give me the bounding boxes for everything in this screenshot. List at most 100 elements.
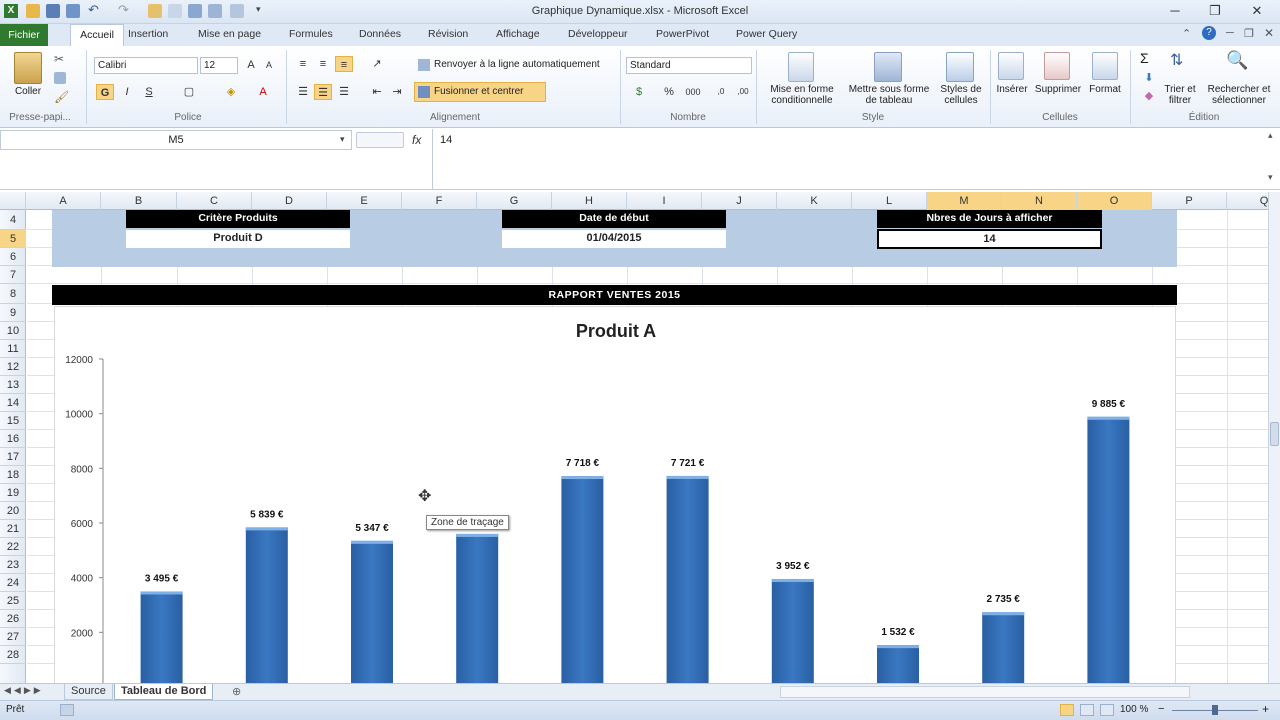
row-header-21[interactable]: 21 xyxy=(0,520,26,538)
tab-data[interactable]: Données xyxy=(359,28,401,40)
row-header-5[interactable]: 5 xyxy=(0,230,26,248)
horizontal-scrollbar[interactable] xyxy=(780,686,1190,698)
align-bottom-icon[interactable]: ≡ xyxy=(335,56,353,72)
bold-button[interactable]: G xyxy=(96,84,114,100)
cell-styles-icon[interactable] xyxy=(946,52,974,82)
row-header-26[interactable]: 26 xyxy=(0,610,26,628)
column-header-i[interactable]: I xyxy=(627,192,702,210)
number-format-select[interactable]: Standard xyxy=(626,57,752,74)
row-header-23[interactable]: 23 xyxy=(0,556,26,574)
close-button[interactable]: ✕ xyxy=(1242,3,1272,19)
column-header-b[interactable]: B xyxy=(101,192,177,210)
row-header-8[interactable]: 8 xyxy=(0,284,26,304)
tab-page-layout[interactable]: Mise en page xyxy=(198,28,261,40)
increase-decimal-icon[interactable]: ,0 xyxy=(712,84,730,100)
row-header-10[interactable]: 10 xyxy=(0,322,26,340)
find-select-button[interactable]: Rechercher et sélectionner xyxy=(1200,84,1278,106)
font-size-select[interactable]: 12 xyxy=(200,57,238,74)
align-center-icon[interactable]: ☰ xyxy=(314,84,332,100)
row-header-16[interactable]: 16 xyxy=(0,430,26,448)
tab-insert[interactable]: Insertion xyxy=(128,28,168,40)
wrap-text-button[interactable]: Renvoyer à la ligne automatiquement xyxy=(434,59,600,70)
row-header-24[interactable]: 24 xyxy=(0,574,26,592)
row-header-13[interactable]: 13 xyxy=(0,376,26,394)
align-left-icon[interactable]: ☰ xyxy=(294,84,312,100)
paste-button[interactable]: Coller xyxy=(10,86,46,97)
borders-icon[interactable]: ▢ xyxy=(180,84,198,100)
column-header-f[interactable]: F xyxy=(402,192,477,210)
column-header-j[interactable]: J xyxy=(702,192,777,210)
row-header-28[interactable]: 28 xyxy=(0,646,26,664)
row-header-18[interactable]: 18 xyxy=(0,466,26,484)
delete-button[interactable]: Supprimer xyxy=(1032,84,1084,95)
column-header-p[interactable]: P xyxy=(1152,192,1227,210)
autosum-icon[interactable]: Σ xyxy=(1140,50,1149,66)
zoom-level[interactable]: 100 % xyxy=(1120,704,1148,715)
conditional-format-button[interactable]: Mise en forme conditionnelle xyxy=(762,84,842,106)
orientation-icon[interactable]: ↗ xyxy=(368,56,386,72)
conditional-format-icon[interactable] xyxy=(788,52,814,82)
row-header-22[interactable]: 22 xyxy=(0,538,26,556)
comma-icon[interactable]: 000 xyxy=(684,84,702,100)
column-header-e[interactable]: E xyxy=(327,192,402,210)
cell-styles-button[interactable]: Styles de cellules xyxy=(936,84,986,106)
clear-icon[interactable]: ◆ xyxy=(1140,88,1158,104)
sheet-tab-source[interactable]: Source xyxy=(64,684,113,700)
grow-font-icon[interactable]: A xyxy=(242,57,260,73)
page-break-view-icon[interactable] xyxy=(1100,704,1114,716)
sheet-nav-arrows-icon[interactable]: ◀◀▶▶ xyxy=(4,685,44,696)
column-header-d[interactable]: D xyxy=(252,192,327,210)
sheet-tab-dashboard[interactable]: Tableau de Bord xyxy=(114,684,214,700)
insert-cells-icon[interactable] xyxy=(998,52,1024,80)
minimize-ribbon-icon[interactable]: ─ xyxy=(1226,27,1234,39)
column-header-k[interactable]: K xyxy=(777,192,852,210)
close-workbook-icon[interactable]: ✕ xyxy=(1264,26,1274,40)
format-as-table-button[interactable]: Mettre sous forme de tableau xyxy=(844,84,934,106)
bar-chart[interactable]: Produit A 2000 4000 6000 8000 10000 12000 3 495… xyxy=(55,307,1177,687)
row-header-20[interactable]: 20 xyxy=(0,502,26,520)
tab-power-query[interactable]: Power Query xyxy=(736,28,797,40)
align-top-icon[interactable]: ≡ xyxy=(294,56,312,72)
row-header-7[interactable]: 7 xyxy=(0,266,26,284)
column-header-l[interactable]: L xyxy=(852,192,927,210)
insert-function-button[interactable]: fx xyxy=(412,133,421,147)
row-header-25[interactable]: 25 xyxy=(0,592,26,610)
zoom-out-icon[interactable]: − xyxy=(1158,703,1164,715)
sort-filter-button[interactable]: Trier et filtrer xyxy=(1160,84,1200,106)
zoom-in-icon[interactable]: + xyxy=(1262,702,1269,716)
format-as-table-icon[interactable] xyxy=(874,52,902,82)
row-header-4[interactable]: 4 xyxy=(0,210,26,230)
name-box[interactable]: M5 xyxy=(0,130,352,150)
paste-icon[interactable] xyxy=(14,52,42,84)
fill-icon[interactable]: ⬇ xyxy=(1140,70,1158,86)
format-button[interactable]: Format xyxy=(1086,84,1124,95)
formula-scroll-down-icon[interactable]: ▾ xyxy=(1268,172,1273,183)
row-header-14[interactable]: 14 xyxy=(0,394,26,412)
row-header-11[interactable]: 11 xyxy=(0,340,26,358)
row-header-12[interactable]: 12 xyxy=(0,358,26,376)
percent-icon[interactable]: % xyxy=(660,84,678,100)
shrink-font-icon[interactable]: A xyxy=(260,57,278,73)
currency-icon[interactable]: $ xyxy=(630,84,648,100)
page-layout-view-icon[interactable] xyxy=(1080,704,1094,716)
formula-scroll-up-icon[interactable]: ▴ xyxy=(1268,130,1273,141)
zoom-slider-thumb[interactable] xyxy=(1212,705,1218,715)
row-header-6[interactable]: 6 xyxy=(0,248,26,266)
column-header-g[interactable]: G xyxy=(477,192,552,210)
help-icon[interactable]: ? xyxy=(1202,26,1216,40)
column-header-o[interactable]: O xyxy=(1077,192,1152,210)
vertical-scroll-thumb[interactable] xyxy=(1270,422,1279,446)
tab-view[interactable]: Affichage xyxy=(496,28,540,40)
tab-home[interactable]: Accueil xyxy=(70,24,124,47)
increase-indent-icon[interactable]: ⇥ xyxy=(388,84,406,100)
decrease-indent-icon[interactable]: ⇤ xyxy=(368,84,386,100)
tab-powerpivot[interactable]: PowerPivot xyxy=(656,28,709,40)
sort-filter-icon[interactable]: ⇅ xyxy=(1170,50,1183,70)
normal-view-icon[interactable] xyxy=(1060,704,1074,716)
row-header-27[interactable]: 27 xyxy=(0,628,26,646)
tab-formulas[interactable]: Formules xyxy=(289,28,333,40)
restore-button[interactable]: ❐ xyxy=(1200,3,1230,19)
decrease-decimal-icon[interactable]: ,00 xyxy=(734,84,752,100)
cut-icon[interactable]: ✂ xyxy=(54,52,64,66)
column-header-h[interactable]: H xyxy=(552,192,627,210)
